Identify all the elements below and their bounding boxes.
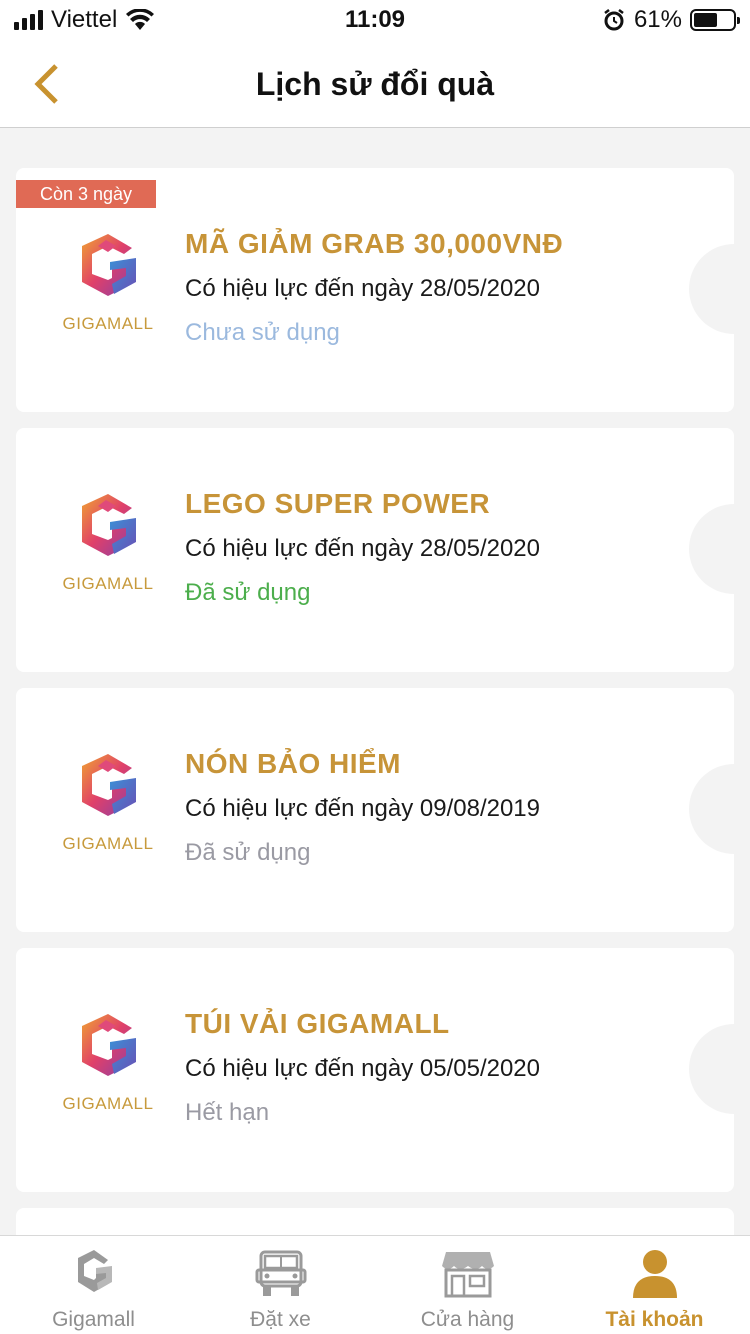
reward-title: LEGO SUPER POWER bbox=[185, 488, 491, 519]
gigamall-logo-icon bbox=[82, 754, 136, 816]
tab-label: Cửa hàng bbox=[420, 1308, 515, 1331]
gigamall-logo: GIGAMALL bbox=[62, 232, 154, 342]
gigamall-logo-icon bbox=[82, 494, 136, 556]
reward-card[interactable]: GIGAMALL TÚI VẢI GIGAMALL Có hiệu lực đế… bbox=[16, 948, 734, 1192]
battery-percent: 61% bbox=[633, 6, 682, 33]
logo-text: GIGAMALL bbox=[62, 1094, 154, 1113]
reward-title: TÚI VẢI GIGAMALL bbox=[185, 1008, 450, 1039]
logo-text: GIGAMALL bbox=[62, 314, 154, 333]
expiry-badge: Còn 3 ngày bbox=[16, 180, 156, 208]
logo-text: GIGAMALL bbox=[62, 574, 154, 593]
gigamall-logo-icon bbox=[82, 234, 136, 296]
user-icon bbox=[632, 1250, 677, 1298]
car-icon bbox=[255, 1250, 306, 1296]
alarm-icon bbox=[604, 9, 624, 31]
gigamall-logo: GIGAMALL bbox=[62, 492, 154, 602]
tab-tai-khoan[interactable]: Tài khoản bbox=[561, 1236, 748, 1334]
reward-validity: Có hiệu lực đến ngày 28/05/2020 bbox=[185, 535, 540, 562]
ticket-notch bbox=[689, 1024, 734, 1114]
nav-bar: Lịch sử đổi quà bbox=[0, 40, 750, 128]
status-bar: Viettel 11:09 61% bbox=[0, 0, 750, 40]
gigamall-logo: GIGAMALL bbox=[62, 1012, 154, 1122]
reward-status: Chưa sử dụng bbox=[185, 319, 340, 346]
reward-status: Đã sử dụng bbox=[185, 839, 311, 866]
tab-dat-xe[interactable]: Đặt xe bbox=[187, 1236, 374, 1334]
battery-fill bbox=[694, 13, 718, 27]
page-title: Lịch sử đổi quà bbox=[255, 66, 495, 102]
status-right: 61% bbox=[602, 6, 740, 34]
gigamall-logo-icon bbox=[77, 1250, 112, 1292]
reward-validity: Có hiệu lực đến ngày 28/05/2020 bbox=[185, 275, 540, 302]
store-icon bbox=[441, 1252, 494, 1298]
tab-cua-hang[interactable]: Cửa hàng bbox=[374, 1236, 561, 1334]
reward-card[interactable]: Còn 3 ngày GIGAMALL MÃ GIẢM GRAB 30,000V… bbox=[16, 168, 734, 412]
reward-validity: Có hiệu lực đến ngày 09/08/2019 bbox=[185, 795, 540, 822]
ticket-notch bbox=[689, 244, 734, 334]
reward-status: Đã sử dụng bbox=[185, 579, 311, 606]
reward-title: NÓN BẢO HIỂM bbox=[185, 748, 401, 779]
reward-validity: Có hiệu lực đến ngày 05/05/2020 bbox=[185, 1055, 540, 1082]
tab-label: Đặt xe bbox=[250, 1308, 311, 1331]
battery-icon bbox=[690, 9, 740, 31]
reward-status: Hết hạn bbox=[185, 1099, 270, 1126]
tab-label: Tài khoản bbox=[605, 1308, 704, 1331]
reward-card[interactable]: GIGAMALL LEGO SUPER POWER Có hiệu lực đế… bbox=[16, 428, 734, 672]
gigamall-logo: GIGAMALL bbox=[62, 752, 154, 862]
reward-title: MÃ GIẢM GRAB 30,000VNĐ bbox=[185, 228, 564, 259]
ticket-notch bbox=[689, 764, 734, 854]
ticket-notch bbox=[689, 504, 734, 594]
tab-bar: Gigamall Đặt xe Cửa hàng Tài khoản bbox=[0, 1235, 750, 1334]
reward-card[interactable]: GIGAMALL NÓN BẢO HIỂM Có hiệu lực đến ng… bbox=[16, 688, 734, 932]
tab-gigamall[interactable]: Gigamall bbox=[0, 1236, 187, 1334]
gigamall-logo-icon bbox=[82, 1014, 136, 1076]
tab-label: Gigamall bbox=[52, 1308, 135, 1331]
reward-history-list: Còn 3 ngày GIGAMALL MÃ GIẢM GRAB 30,000V… bbox=[16, 168, 734, 1264]
logo-text: GIGAMALL bbox=[62, 834, 154, 853]
